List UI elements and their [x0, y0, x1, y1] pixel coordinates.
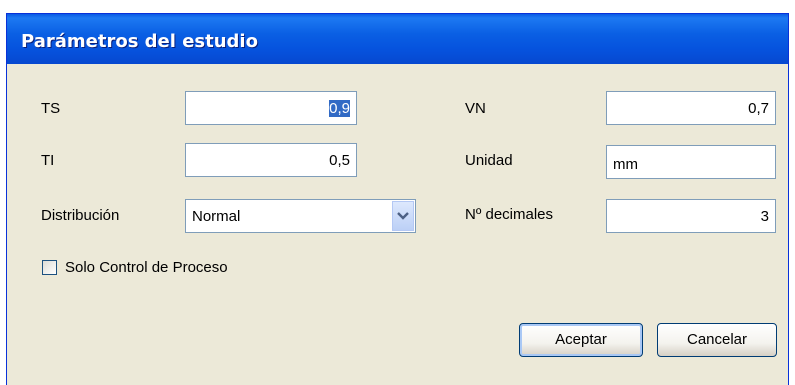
chevron-down-icon	[397, 212, 409, 220]
study-parameters-dialog: Parámetros del estudio TS 0,9 TI 0,5 Dis…	[6, 13, 789, 385]
vn-value: 0,7	[748, 100, 769, 117]
solo-control-label[interactable]: Solo Control de Proceso	[65, 259, 228, 276]
dropdown-button[interactable]	[392, 201, 414, 231]
distribucion-select[interactable]: Normal	[185, 199, 416, 233]
decimales-input[interactable]: 3	[606, 199, 776, 233]
cancel-button[interactable]: Cancelar	[657, 323, 777, 357]
unidad-value: mm	[613, 156, 638, 173]
decimales-label: Nº decimales	[465, 206, 554, 223]
vn-label: VN	[465, 100, 486, 117]
title-bar[interactable]: Parámetros del estudio	[7, 14, 788, 64]
accept-button[interactable]: Aceptar	[519, 323, 643, 357]
distribucion-label: Distribución	[41, 207, 120, 224]
ti-label: TI	[41, 152, 55, 169]
ts-label: TS	[41, 100, 61, 117]
solo-control-checkbox[interactable]	[42, 260, 57, 275]
ts-value: 0,9	[329, 100, 350, 117]
dialog-title: Parámetros del estudio	[21, 31, 258, 52]
distribucion-value: Normal	[192, 208, 241, 225]
decimales-value: 3	[760, 208, 769, 225]
ti-input[interactable]: 0,5	[185, 143, 357, 177]
unidad-label: Unidad	[465, 152, 513, 169]
unidad-input[interactable]: mm	[606, 145, 776, 179]
vn-input[interactable]: 0,7	[606, 91, 776, 125]
ts-input[interactable]: 0,9	[185, 91, 357, 125]
ti-value: 0,5	[329, 152, 350, 169]
